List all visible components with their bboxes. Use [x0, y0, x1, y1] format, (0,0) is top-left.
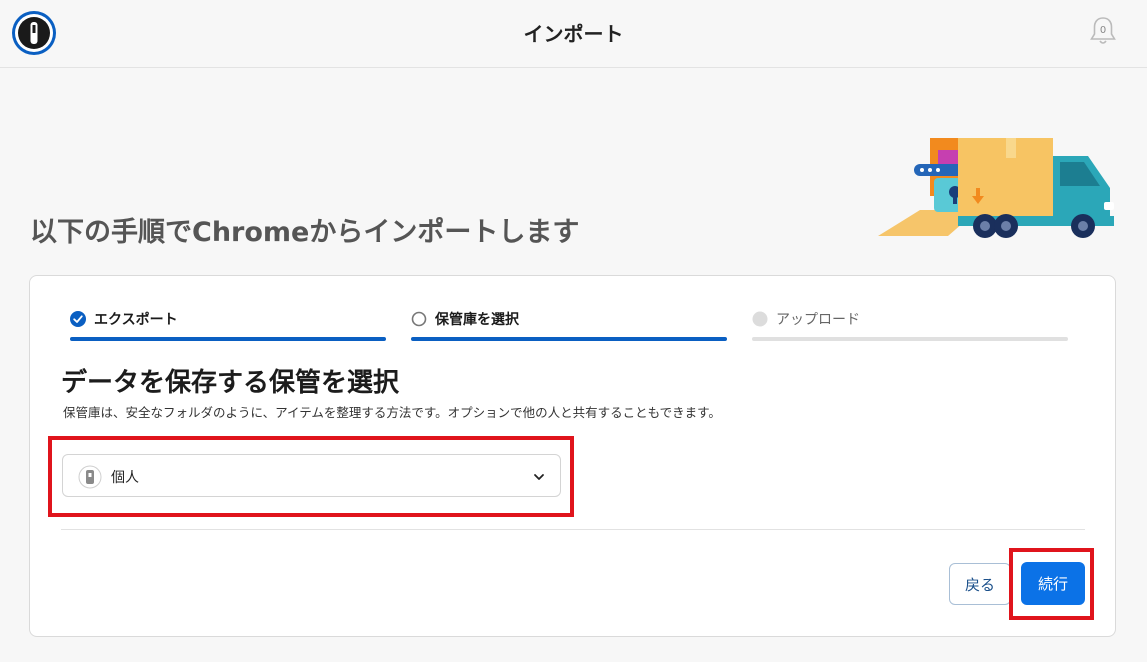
step-progress-bar — [752, 337, 1068, 341]
divider — [61, 529, 1085, 530]
section-description: 保管庫は、安全なフォルダのように、アイテムを整理する方法です。オプションで他の人… — [63, 405, 721, 420]
vault-select[interactable]: 個人 — [62, 454, 561, 497]
moving-truck-illustration — [878, 130, 1118, 242]
step-progress-bar — [70, 337, 386, 341]
notification-count: 0 — [1099, 25, 1107, 36]
step-export: エクスポート — [70, 307, 386, 347]
top-bar: インポート 0 — [0, 0, 1147, 68]
vault-avatar-icon — [78, 465, 102, 489]
import-card: エクスポート 保管庫を選択 アップロード データを保存する保管を選択 保管庫は、 — [29, 275, 1116, 637]
filled-circle-icon — [752, 311, 768, 327]
vault-select-value: 個人 — [111, 470, 139, 486]
section-title: データを保存する保管を選択 — [61, 368, 400, 398]
checkmark-circle-icon — [70, 311, 86, 327]
continue-button[interactable]: 続行 — [1021, 562, 1085, 605]
step-select-vault: 保管庫を選択 — [411, 307, 727, 347]
empty-circle-icon — [411, 311, 427, 327]
chevron-down-icon — [532, 469, 546, 483]
import-heading: 以下の手順でChromeからインポートします — [30, 217, 580, 248]
notification-bell-icon[interactable]: 0 — [1088, 15, 1118, 47]
step-label: アップロード — [776, 312, 860, 328]
page-title: インポート — [523, 22, 624, 46]
step-label: エクスポート — [94, 312, 178, 328]
step-upload: アップロード — [752, 307, 1068, 347]
step-label: 保管庫を選択 — [435, 312, 519, 328]
step-progress-bar — [411, 337, 727, 341]
back-button[interactable]: 戻る — [949, 563, 1011, 605]
